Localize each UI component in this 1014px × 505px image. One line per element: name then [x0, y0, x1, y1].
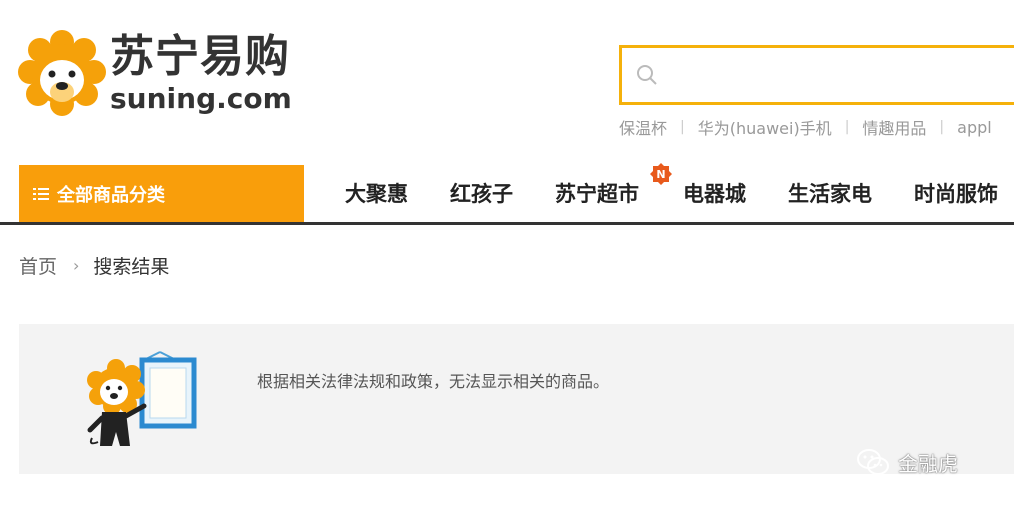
- nav-item-hongharzi[interactable]: 红孩子: [450, 179, 513, 209]
- breadcrumb-current: 搜索结果: [93, 256, 170, 278]
- hot-word-link[interactable]: 华为(huawei)手机: [698, 115, 832, 139]
- new-badge-icon: N: [650, 163, 672, 185]
- new-badge-label: N: [656, 168, 665, 181]
- breadcrumb: 首页 › 搜索结果: [19, 252, 169, 279]
- list-icon: [33, 187, 49, 200]
- hot-word-link[interactable]: appl: [957, 118, 992, 137]
- nav-item-home-appliances[interactable]: 生活家电: [788, 179, 872, 209]
- separator: |: [844, 119, 850, 135]
- nav-item-supermarket[interactable]: 苏宁超市: [555, 179, 639, 209]
- all-categories-label: 全部商品分类: [57, 184, 165, 206]
- breadcrumb-home[interactable]: 首页: [19, 252, 57, 279]
- brand-name-cn: 苏宁易购: [110, 31, 290, 82]
- lion-holding-frame-icon: [87, 351, 197, 446]
- no-results-message: 根据相关法律法规和政策，无法显示相关的商品。: [257, 372, 610, 391]
- brand-domain: suning.com: [110, 82, 292, 115]
- nav-item-juhui[interactable]: 大聚惠: [345, 179, 408, 209]
- separator: |: [939, 119, 945, 135]
- wechat-icon: [857, 449, 889, 475]
- main-nav: 全部商品分类 大聚惠 红孩子 苏宁超市 电器城 生活家电 时尚服饰 N: [0, 163, 1014, 225]
- separator: |: [680, 119, 685, 135]
- nav-item-electronics[interactable]: 电器城: [683, 179, 746, 209]
- search-icon: [637, 65, 657, 85]
- nav-item-fashion[interactable]: 时尚服饰: [914, 179, 998, 209]
- chevron-right-icon: ›: [73, 256, 80, 275]
- lion-mascot-icon: [18, 30, 106, 116]
- all-categories-button[interactable]: 全部商品分类: [19, 165, 304, 222]
- search-input[interactable]: [619, 45, 1014, 105]
- watermark: 金融虎: [856, 447, 958, 477]
- hot-search-words: 保温杯 | 华为(huawei)手机 | 情趣用品 | appl: [619, 115, 992, 139]
- hot-word-link[interactable]: 情趣用品: [862, 115, 926, 139]
- watermark-text: 金融虎: [898, 451, 958, 476]
- hot-word-link[interactable]: 保温杯: [619, 115, 667, 139]
- suning-logo[interactable]: 苏宁易购 suning.com: [18, 30, 308, 122]
